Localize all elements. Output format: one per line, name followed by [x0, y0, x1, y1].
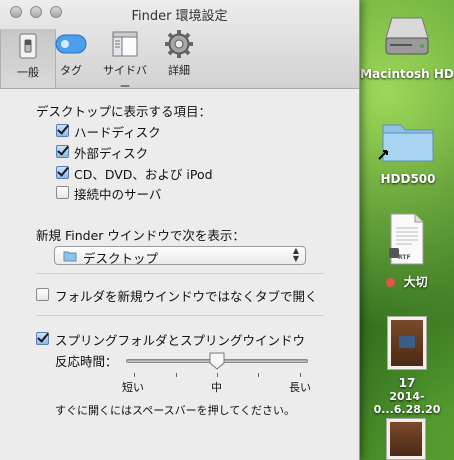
window-title: Finder 環境設定	[131, 9, 228, 24]
new-window-label: 新規 Finder ウインドウで次を表示：	[36, 228, 245, 243]
checkbox[interactable]	[56, 145, 69, 158]
slider-min-label: 短い	[122, 381, 144, 394]
photo-icon	[387, 316, 427, 370]
tab-tags[interactable]: タグ	[44, 28, 98, 78]
window-titlebar: Finder 環境設定 一般 タグ サイドバー 詳細	[0, 0, 359, 93]
desktop-icon-label2: 2014-0...6.28.20	[373, 390, 441, 416]
delay-label: 反応時間：	[55, 354, 118, 369]
desktop-icon-photo[interactable]: 17 2014-0...6.28.20	[360, 316, 454, 416]
checkbox-label: フォルダを新規ウインドウではなくタブで開く	[55, 289, 318, 304]
new-window-popup[interactable]: デスクトップ ▲ ▼	[54, 246, 306, 266]
slider-max-label: 長い	[289, 381, 311, 394]
checkbox[interactable]	[56, 124, 69, 137]
desktop-icon-rtf[interactable]: RTF 大切	[372, 212, 442, 290]
gear-icon	[165, 30, 193, 58]
switch-icon	[19, 33, 37, 59]
tag-color-dot	[386, 278, 396, 287]
folder-alias-icon	[378, 124, 434, 162]
tag-icon	[55, 34, 87, 54]
slider-tick	[300, 373, 301, 377]
tab-advanced[interactable]: 詳細	[152, 28, 206, 78]
checkbox[interactable]	[56, 166, 69, 179]
checkbox-label: スプリングフォルダとスプリングウインドウ	[55, 333, 306, 348]
slider-tick	[134, 373, 135, 377]
checkbox-label: ハードディスク	[74, 125, 161, 140]
desktop-icon-label: HDD500	[380, 172, 436, 186]
slider-tick	[258, 373, 259, 377]
slider-tick	[176, 373, 177, 377]
popup-value: デスクトップ	[83, 251, 159, 266]
separator	[36, 273, 324, 274]
popup-arrows-icon: ▲ ▼	[292, 246, 299, 263]
checkbox-label: CD、DVD、および iPod	[74, 167, 213, 182]
finder-preferences-window: Finder 環境設定 一般 タグ サイドバー 詳細 デスクトップに表示する項目…	[0, 0, 360, 460]
desktop-icon-label: 17	[398, 376, 416, 390]
checkbox[interactable]	[36, 332, 49, 345]
tab-label: サイドバー	[103, 64, 147, 93]
slider-mid-label: 中	[211, 381, 222, 394]
slider-tick	[217, 373, 218, 377]
slider-thumb[interactable]	[209, 352, 225, 370]
checkbox-label: 外部ディスク	[74, 146, 149, 161]
separator	[36, 315, 324, 316]
checkbox-label: 接続中のサーバ	[74, 187, 162, 202]
desktop-icon-label: Macintosh HD	[360, 67, 454, 81]
desktop-icon-hdd500[interactable]: HDD500	[368, 115, 448, 186]
hard-drive-icon	[385, 17, 429, 55]
tab-sidebar[interactable]: サイドバー	[98, 28, 152, 94]
rtf-badge: RTF	[398, 254, 411, 261]
desktop-icon-macintosh-hd[interactable]: Macintosh HD	[360, 8, 454, 81]
photo-icon	[386, 418, 426, 460]
folder-icon	[63, 251, 77, 262]
spacebar-hint: すぐに開くにはスペースバーを押してください。	[55, 404, 296, 417]
checkbox[interactable]	[56, 186, 69, 199]
tab-label: 詳細	[168, 64, 190, 77]
checkbox[interactable]	[36, 288, 49, 301]
desktop-items-heading: デスクトップに表示する項目：	[36, 104, 212, 119]
desktop-icon-label: 大切	[403, 275, 428, 289]
tab-label: タグ	[60, 64, 82, 77]
sidebar-icon	[112, 31, 138, 57]
